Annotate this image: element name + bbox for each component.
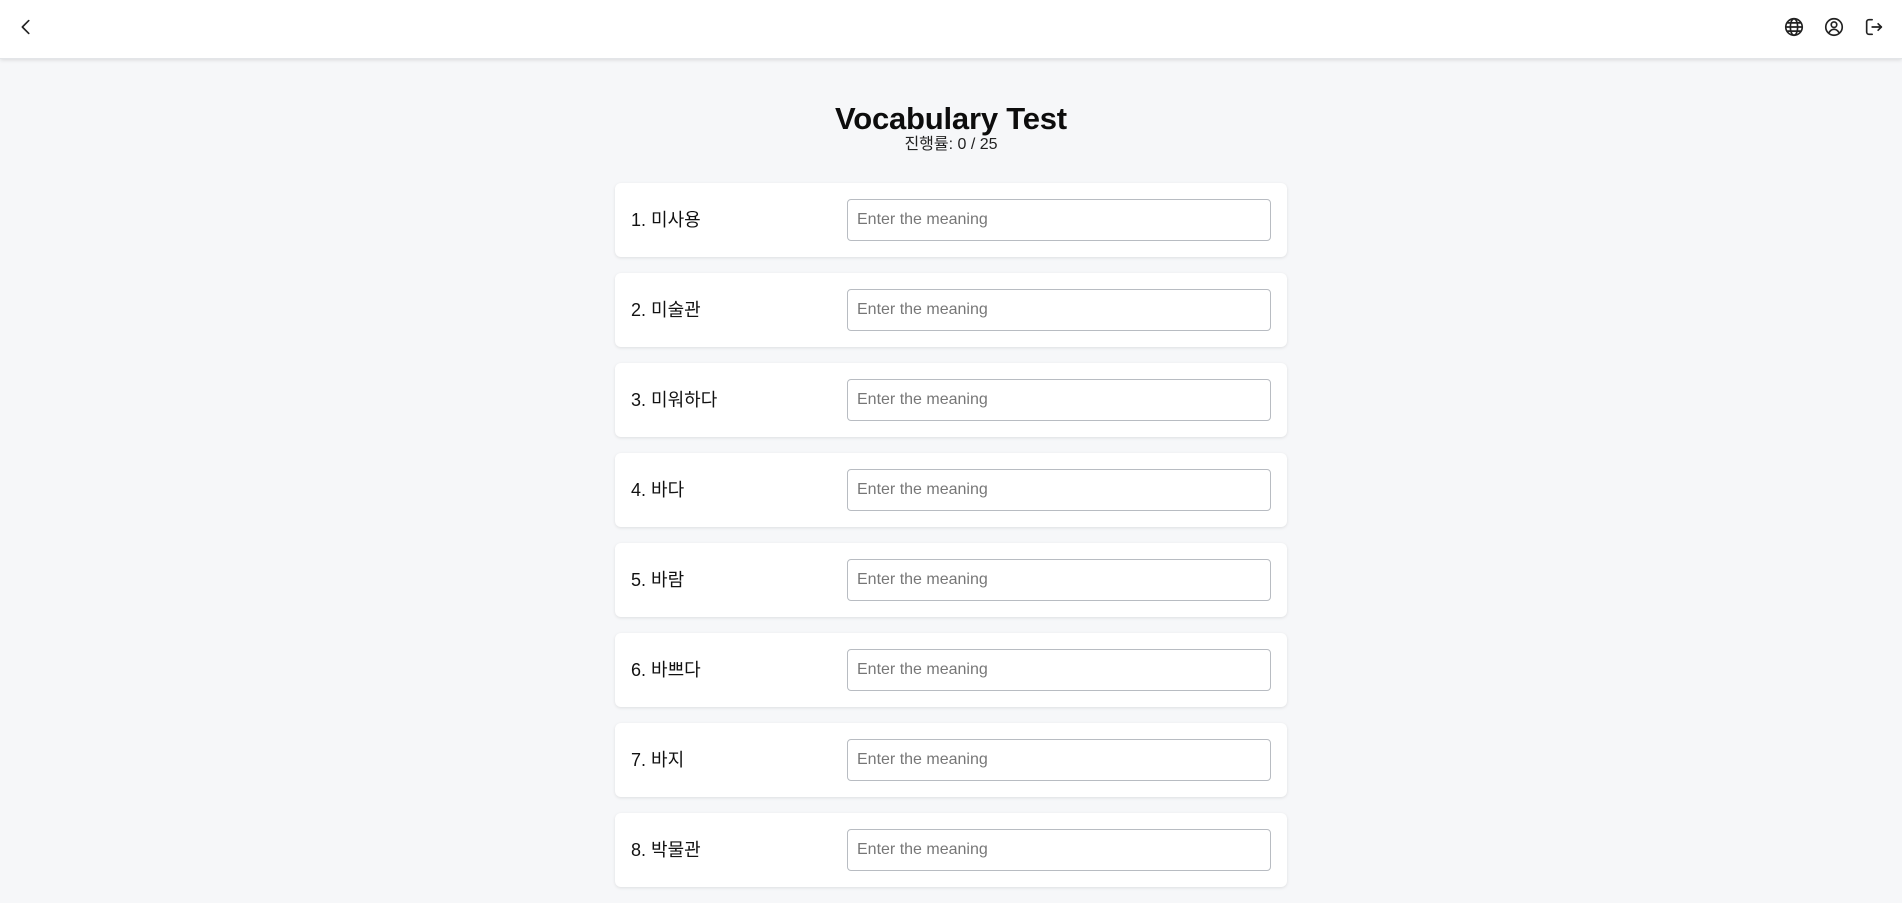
vocabulary-item: 5. 바람 <box>615 543 1287 617</box>
logout-icon[interactable] <box>1860 13 1888 41</box>
meaning-input[interactable] <box>847 199 1271 241</box>
meaning-input[interactable] <box>847 559 1271 601</box>
meaning-input[interactable] <box>847 469 1271 511</box>
top-navigation-bar <box>0 0 1902 59</box>
vocabulary-word: 1. 미사용 <box>631 210 701 230</box>
vocabulary-word: 2. 미술관 <box>631 300 701 320</box>
meaning-input[interactable] <box>847 739 1271 781</box>
vocabulary-item: 1. 미사용 <box>615 183 1287 257</box>
vocabulary-word: 3. 미워하다 <box>631 390 718 410</box>
vocabulary-word: 6. 바쁘다 <box>631 660 701 680</box>
meaning-input[interactable] <box>847 289 1271 331</box>
vocabulary-item: 6. 바쁘다 <box>615 633 1287 707</box>
vocabulary-item: 4. 바다 <box>615 453 1287 527</box>
chevron-left-icon[interactable] <box>12 13 40 41</box>
vocabulary-word: 5. 바람 <box>631 570 685 590</box>
meaning-input[interactable] <box>847 379 1271 421</box>
progress-text: 진행률: 0 / 25 <box>904 136 998 153</box>
vocabulary-word: 4. 바다 <box>631 480 685 500</box>
user-circle-icon[interactable] <box>1820 13 1848 41</box>
vocabulary-item: 3. 미워하다 <box>615 363 1287 437</box>
vocabulary-list: 1. 미사용 2. 미술관 3. 미워하다 4. 바다 5. 바람 6. 바쁘다… <box>615 183 1287 903</box>
vocabulary-item: 7. 바지 <box>615 723 1287 797</box>
vocabulary-word: 7. 바지 <box>631 750 685 770</box>
meaning-input[interactable] <box>847 649 1271 691</box>
vocabulary-item: 8. 박물관 <box>615 813 1287 887</box>
vocabulary-test-page: Vocabulary Test 진행률: 0 / 25 1. 미사용 2. 미술… <box>0 59 1902 902</box>
vocabulary-item: 2. 미술관 <box>615 273 1287 347</box>
globe-icon[interactable] <box>1780 13 1808 41</box>
meaning-input[interactable] <box>847 829 1271 871</box>
vocabulary-word: 8. 박물관 <box>631 840 701 860</box>
